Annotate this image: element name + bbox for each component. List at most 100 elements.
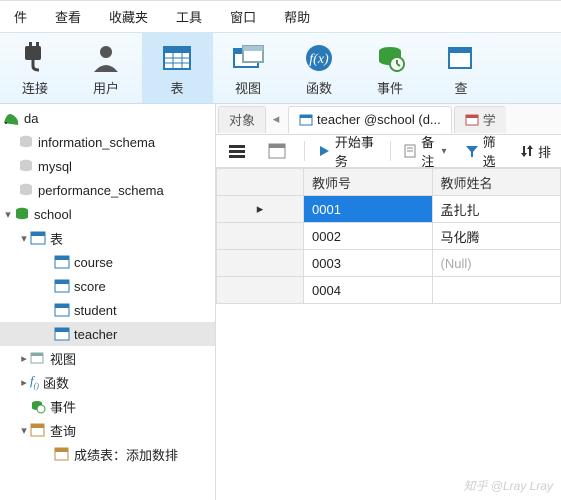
ab-memo[interactable]: 备注 ▾ [395, 129, 454, 173]
action-bar: 开始事务 备注 ▾ 筛选 排 [216, 135, 561, 168]
tab-objects-label: 对象 [229, 110, 255, 129]
menu-file[interactable]: 件 [0, 3, 41, 30]
query-icon [30, 422, 46, 438]
cell-name[interactable]: 马化腾 [432, 223, 561, 250]
tab-objects[interactable]: 对象 [218, 106, 266, 133]
separator [390, 141, 391, 161]
tree-tbl-course[interactable]: course [0, 250, 215, 274]
tree-tbl-student[interactable]: student [0, 298, 215, 322]
tree-tbl-teacher[interactable]: teacher [0, 322, 215, 346]
tree-db-info[interactable]: information_schema [0, 130, 215, 154]
row-marker [217, 223, 304, 250]
data-grid[interactable]: 教师号 教师姓名 ▸ 0001 孟扎扎 0002 马化腾 0003 (Null)… [216, 168, 561, 304]
grid-header-row: 教师号 教师姓名 [217, 169, 561, 196]
list-icon [228, 143, 250, 159]
plug-icon [17, 40, 53, 76]
tab-table-teacher-label: teacher @school (d... [317, 112, 441, 127]
menu-bar: 件 查看 收藏夹 工具 窗口 帮助 [0, 0, 561, 32]
table-icon [54, 254, 70, 270]
tree-connection[interactable]: da [0, 106, 215, 130]
tree-group-views[interactable]: ▸ 视图 [0, 346, 215, 370]
tree-group-queries[interactable]: ▾ 查询 [0, 418, 215, 442]
play-icon [317, 144, 335, 158]
tree-db-mysql-label: mysql [38, 159, 72, 174]
menu-window[interactable]: 窗口 [216, 3, 270, 30]
row-marker [217, 250, 304, 277]
tb-event[interactable]: 事件 [355, 33, 426, 103]
tb-func[interactable]: f(x) 函数 [284, 33, 355, 103]
separator [304, 141, 305, 161]
table-group-icon [30, 230, 46, 246]
col-teacher-id[interactable]: 教师号 [304, 169, 433, 196]
tb-query-label: 查 [454, 78, 467, 97]
cell-id[interactable]: 0004 [304, 277, 433, 304]
cell-name[interactable]: 孟扎扎 [432, 196, 561, 223]
right-panel: 对象 ◂ teacher @school (d... 学 开始事 [216, 104, 561, 500]
grid-corner [217, 169, 304, 196]
menu-help[interactable]: 帮助 [270, 3, 324, 30]
view-icon [30, 350, 46, 366]
svg-text:f(x): f(x) [309, 52, 329, 67]
cell-id[interactable]: 0002 [304, 223, 433, 250]
tb-connect[interactable]: 连接 [0, 33, 71, 103]
cell-id[interactable]: 0001 [304, 196, 433, 223]
menu-view[interactable]: 查看 [41, 3, 95, 30]
ab-begin-trans-label: 开始事务 [335, 132, 377, 170]
menu-tool[interactable]: 工具 [162, 3, 216, 30]
grid-row[interactable]: 0004 [217, 277, 561, 304]
tab-extra-label: 学 [483, 110, 496, 129]
tb-user-label: 用户 [93, 78, 119, 97]
tree-tbl-score[interactable]: score [0, 274, 215, 298]
tree-tbl-teacher-label: teacher [74, 327, 117, 342]
cell-name[interactable] [432, 277, 561, 304]
table-icon [299, 113, 317, 127]
chevron-down-icon: ▾ [18, 424, 30, 437]
table-icon [54, 302, 70, 318]
tb-user[interactable]: 用户 [71, 33, 142, 103]
grid-row[interactable]: 0003 (Null) [217, 250, 561, 277]
tree-db-perf-label: performance_schema [38, 183, 164, 198]
cell-name[interactable]: (Null) [432, 250, 561, 277]
tab-scroll-left[interactable]: ◂ [266, 111, 286, 127]
tree-db-perf[interactable]: performance_schema [0, 178, 215, 202]
grid-row[interactable]: ▸ 0001 孟扎扎 [217, 196, 561, 223]
row-marker: ▸ [217, 196, 304, 223]
tree-group-tables-label: 表 [50, 229, 63, 248]
tb-table[interactable]: 表 [142, 33, 213, 103]
tree-query-item[interactable]: 成绩表：添加数排 [0, 442, 215, 466]
tree-tbl-score-label: score [74, 279, 106, 294]
ab-begin-trans[interactable]: 开始事务 [309, 129, 385, 173]
col-teacher-name[interactable]: 教师姓名 [432, 169, 561, 196]
tree-group-queries-label: 查询 [50, 421, 76, 440]
tree-group-events[interactable]: 事件 [0, 394, 215, 418]
tree-panel: da information_schema mysql performance_… [0, 104, 216, 500]
tree-db-mysql[interactable]: mysql [0, 154, 215, 178]
memo-icon [403, 144, 421, 158]
tb-view[interactable]: 视图 [213, 33, 284, 103]
ab-filter[interactable]: 筛选 [457, 129, 510, 173]
view-icon [230, 40, 266, 76]
cell-id[interactable]: 0003 [304, 250, 433, 277]
dropdown-caret-icon: ▾ [442, 146, 447, 157]
tb-query[interactable]: 查 [426, 33, 497, 103]
ab-sort[interactable]: 排 [512, 139, 559, 164]
row-marker [217, 277, 304, 304]
ab-formview[interactable] [260, 140, 298, 162]
watermark: 知乎 @Lray Lray [463, 477, 553, 494]
database-icon [18, 182, 34, 198]
ab-listview[interactable] [220, 140, 258, 162]
tree-group-funcs[interactable]: ▸ f() 函数 [0, 370, 215, 394]
grid-row[interactable]: 0002 马化腾 [217, 223, 561, 250]
menu-fav[interactable]: 收藏夹 [95, 3, 162, 30]
query-icon [443, 40, 479, 76]
sort-icon [520, 144, 538, 158]
tree-group-views-label: 视图 [50, 349, 76, 368]
tree-db-school[interactable]: ▾ school [0, 202, 215, 226]
chevron-right-icon: ▸ [18, 376, 30, 389]
ab-filter-label: 筛选 [483, 132, 502, 170]
tree-group-tables[interactable]: ▾ 表 [0, 226, 215, 250]
function-icon: f() [30, 373, 39, 391]
function-icon: f(x) [301, 40, 337, 76]
mysql-conn-icon [2, 109, 20, 127]
tb-table-label: 表 [170, 78, 183, 97]
